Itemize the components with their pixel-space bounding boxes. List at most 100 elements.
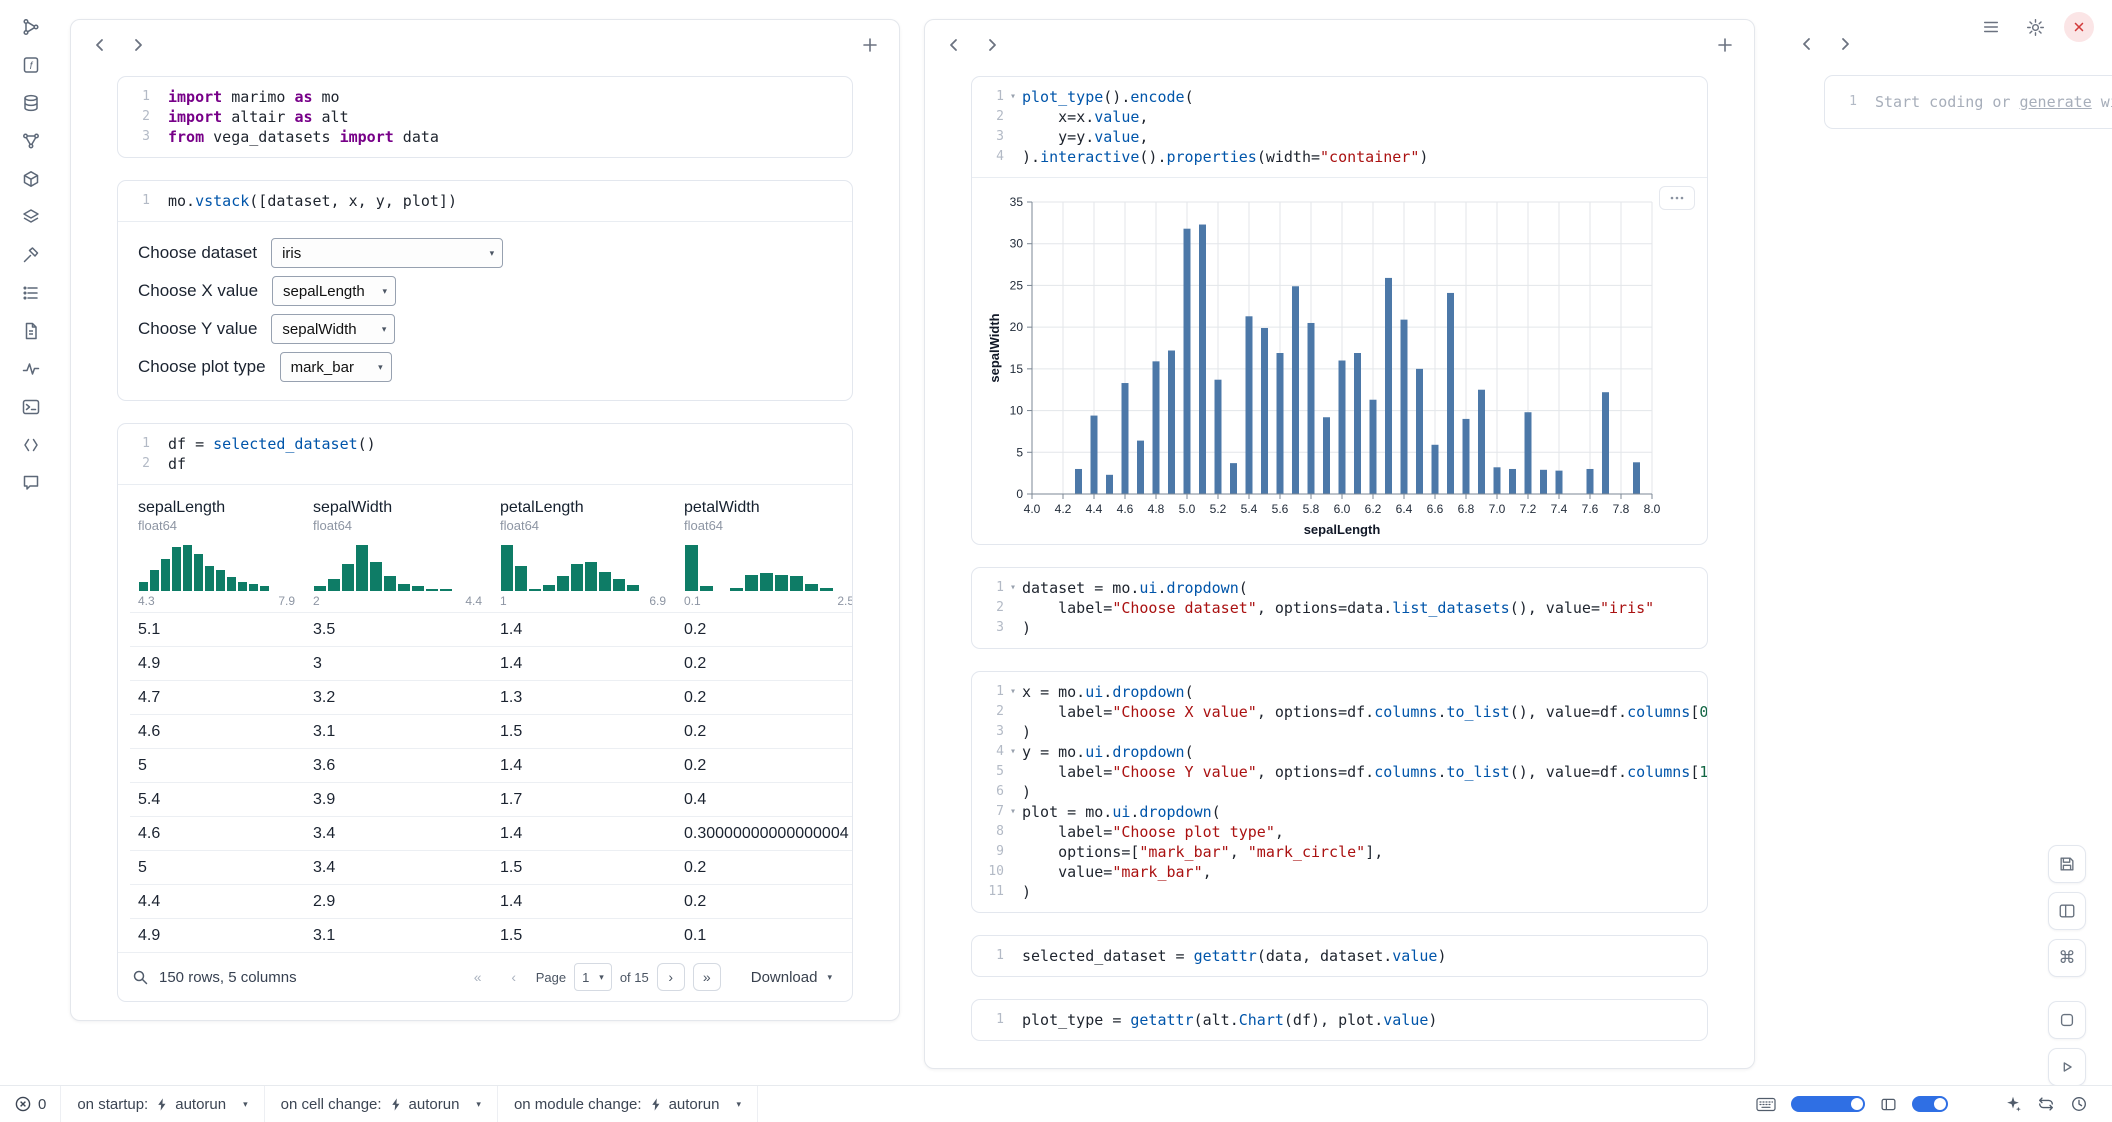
next-page-button[interactable]: › [657,963,685,991]
collapse-left-button[interactable] [85,30,115,60]
cell-dataframe: 1df = selected_dataset()2df sepalLengthf… [117,423,853,1002]
console-button[interactable] [2048,1001,2086,1039]
table-row[interactable]: 53.61.40.2setosa [130,749,852,783]
table-row[interactable]: 4.93.11.50.1setosa [130,919,852,953]
status-bar: 0 on startup: autorun ▾ on cell change: … [0,1085,2112,1122]
sidebar-item-snippets[interactable] [14,434,48,456]
search-icon[interactable] [132,969,149,986]
compact-mode-toggle[interactable] [1912,1096,1948,1112]
play-icon [2058,1058,2076,1076]
panel-layout-button[interactable] [1880,1096,1897,1113]
sidebar-item-packages[interactable] [14,168,48,190]
code-editor[interactable]: 1selected_dataset = getattr(data, datase… [972,936,1707,976]
sidebar-item-explorer[interactable] [14,16,48,38]
fold-toggle-icon[interactable]: ▾ [1004,742,1022,762]
collapse-right-button[interactable] [123,30,153,60]
table-row[interactable]: 4.931.40.2setosa [130,647,852,681]
hamburger-menu-icon [1982,18,2000,36]
save-button[interactable] [2048,845,2086,883]
plot-type-select[interactable]: mark_bar▾ [280,352,392,382]
column-header[interactable]: petalWidthfloat640.12.5 [676,493,852,613]
fold-toggle-icon[interactable]: ▾ [1004,682,1022,702]
keyboard-icon [1756,1097,1776,1112]
collapse-left-button[interactable] [939,30,969,60]
sidebar-item-documentation[interactable] [14,320,48,342]
svg-text:6.0: 6.0 [1334,502,1351,516]
column-header[interactable]: sepalLengthfloat644.37.9 [130,493,305,613]
on-module-change-setting[interactable]: on module change: autorun ▾ [498,1086,757,1122]
code-line: 3) [976,618,1695,638]
fold-toggle-icon[interactable]: ▾ [1004,578,1022,598]
code-editor[interactable]: 1▾x = mo.ui.dropdown(2 label="Choose X v… [972,672,1707,912]
column-header[interactable]: sepalWidthfloat6424.4 [305,493,492,613]
chevron-down-icon: ▾ [378,362,383,373]
last-page-button[interactable]: » [693,963,721,991]
sidebar-item-functions[interactable]: f [14,54,48,76]
collapse-left-button[interactable] [1792,29,1822,59]
code-line: 3 y=y.value, [976,127,1695,147]
code-editor[interactable]: 1df = selected_dataset()2df [118,424,852,484]
table-row[interactable]: 4.63.11.50.2setosa [130,715,852,749]
svg-text:sepalWidth: sepalWidth [987,313,1002,382]
generate-ai-link[interactable]: generate [2020,93,2092,111]
keyboard-shortcuts-button[interactable]: ⌘ [2048,939,2086,977]
notebook-menu-button[interactable] [1976,12,2006,42]
page-select[interactable]: 1▾ [574,963,612,991]
column-header[interactable]: petalLengthfloat6416.9 [492,493,676,613]
sidebar-item-datasources[interactable] [14,92,48,114]
fold-toggle-icon[interactable]: ▾ [1004,802,1022,822]
bolt-icon [389,1097,402,1112]
sidebar-item-variables[interactable] [14,130,48,152]
code-line: 2 label="Choose dataset", options=data.l… [976,598,1695,618]
line-number: 2 [122,107,150,127]
line-number: 11 [976,882,1004,902]
history-button[interactable] [2070,1095,2088,1113]
table-row[interactable]: 5.13.51.40.2setosa [130,613,852,647]
collapse-right-button[interactable] [977,30,1007,60]
settings-button[interactable] [2020,12,2050,42]
code-editor[interactable]: 1mo.vstack([dataset, x, y, plot]) [118,181,852,221]
sidebar-item-dependencies[interactable] [14,206,48,228]
chart-menu-button[interactable] [1659,186,1695,210]
collapse-right-button[interactable] [1830,29,1860,59]
keyboard-button[interactable] [1756,1097,1776,1112]
sync-button[interactable] [2037,1095,2055,1113]
table-row[interactable]: 4.63.41.40.30000000000000004setosa [130,817,852,851]
fold-toggle-icon[interactable]: ▾ [1004,87,1022,107]
on-cell-change-setting[interactable]: on cell change: autorun ▾ [265,1086,497,1122]
minimap-toggle[interactable] [1791,1096,1865,1112]
first-page-button[interactable]: « [464,963,492,991]
code-editor[interactable]: 1▾plot_type().encode(2 x=x.value,3 y=y.v… [972,77,1707,177]
download-button[interactable]: Download▾ [745,968,838,987]
sidebar-item-tracing[interactable] [14,358,48,380]
y-value-select[interactable]: sepalWidth▾ [271,314,395,344]
add-cell-button[interactable] [1710,30,1740,60]
on-startup-setting[interactable]: on startup: autorun ▾ [61,1086,263,1122]
shutdown-button[interactable] [2064,12,2094,42]
errors-indicator[interactable]: 0 [0,1095,60,1113]
table-row[interactable]: 5.43.91.70.4setosa [130,783,852,817]
code-editor[interactable]: 1import marimo as mo2import altair as al… [118,77,852,157]
code-editor[interactable]: 1plot_type = getattr(alt.Chart(df), plot… [972,1000,1707,1040]
code-editor[interactable]: 1▾dataset = mo.ui.dropdown(2 label="Choo… [972,568,1707,648]
line-number: 2 [976,598,1004,618]
prev-page-button[interactable]: ‹ [500,963,528,991]
table-row[interactable]: 4.42.91.40.2setosa [130,885,852,919]
svg-text:5.4: 5.4 [1241,502,1258,516]
x-value-select[interactable]: sepalLength▾ [272,276,396,306]
sidebar-item-help[interactable] [14,472,48,494]
table-row[interactable]: 4.73.21.30.2setosa [130,681,852,715]
empty-cell-editor[interactable]: 1 Start coding or generate with AI [1824,75,2112,129]
chart-output[interactable]: 4.04.24.44.64.85.05.25.45.65.86.06.26.46… [972,177,1707,544]
run-all-button[interactable] [2048,1048,2086,1086]
layout-button[interactable] [2048,892,2086,930]
dataset-select[interactable]: iris▾ [271,238,503,268]
table-row[interactable]: 53.41.50.2setosa [130,851,852,885]
ai-assist-button[interactable] [2004,1095,2022,1113]
sidebar-item-tools[interactable] [14,244,48,266]
code-line: 8 label="Choose plot type", [976,822,1695,842]
add-cell-button[interactable] [855,30,885,60]
sidebar-item-logs[interactable] [14,282,48,304]
sidebar-item-terminal[interactable] [14,396,48,418]
line-number: 1 [1829,92,1857,112]
